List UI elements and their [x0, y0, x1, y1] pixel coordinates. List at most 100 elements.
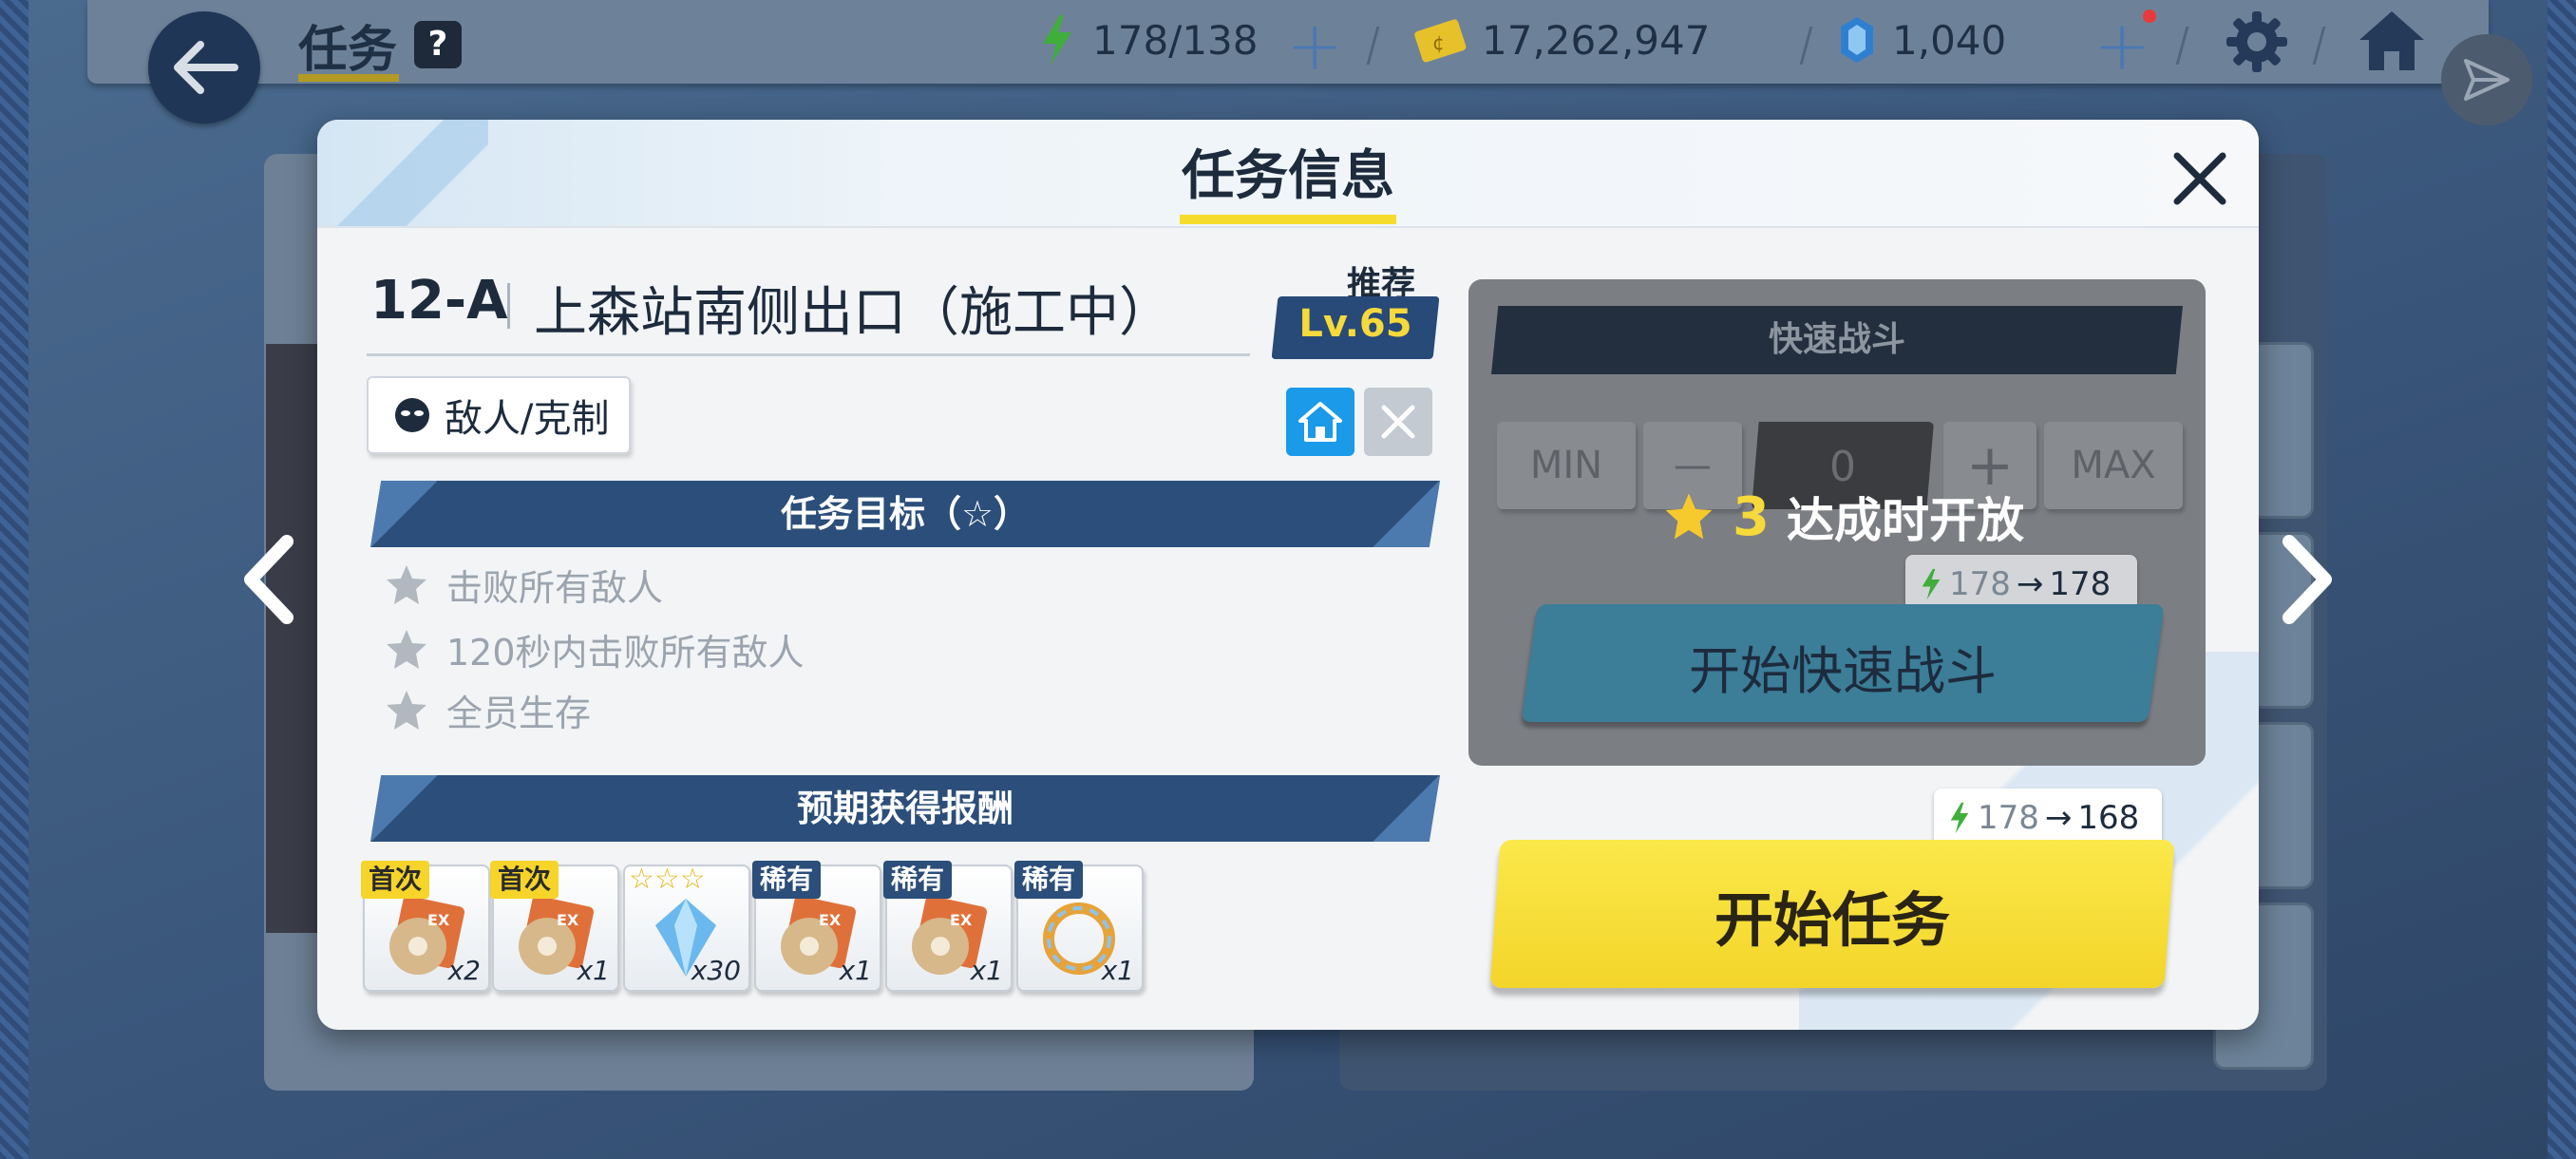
- cost-to: 178: [2049, 565, 2112, 603]
- objective-text: 全员生存: [446, 693, 592, 734]
- unlock-condition: 3 达成时开放: [1662, 483, 2024, 551]
- reward-quantity: x1: [577, 955, 610, 986]
- close-icon[interactable]: [2164, 142, 2236, 215]
- enemy-info-button[interactable]: 敌人/克制: [367, 376, 631, 454]
- reward-item[interactable]: EX 稀有 x1: [883, 861, 1013, 992]
- reward-item[interactable]: 稀有 x1: [1014, 861, 1144, 992]
- reward-tag: 稀有: [752, 861, 822, 899]
- max-count-button[interactable]: MAX: [2044, 422, 2183, 509]
- lightning-icon: [1922, 568, 1941, 600]
- reward-item[interactable]: EX 稀有 x1: [752, 861, 881, 992]
- page-title: 任务: [298, 22, 398, 79]
- mission-info-dialog: 任务信息 12-A 上森站南侧出口（施工中） 推荐 Lv.65 敌人/克制 任务…: [317, 120, 2259, 1030]
- gem-icon: [1841, 17, 1873, 63]
- unlock-text: 达成时开放: [1786, 493, 2024, 548]
- credits-display: ¢ 17,262,947: [1413, 13, 1710, 66]
- star-empty-icon: [387, 629, 426, 669]
- reward-quantity: x1: [970, 955, 1003, 986]
- reward-item[interactable]: EX 首次 x1: [490, 861, 619, 992]
- stamina-display: 178/138: [1037, 13, 1258, 66]
- dialog-title: 任务信息: [1182, 145, 1394, 207]
- recommend-level: Lv.65: [1298, 302, 1412, 346]
- cost-to: 168: [2077, 799, 2140, 837]
- notification-dot: [2143, 10, 2156, 23]
- enemy-mask-icon: [395, 398, 429, 432]
- mission-cost: 178 → 168: [1934, 788, 2162, 847]
- quick-battle-header: 快速战斗: [1491, 306, 2183, 374]
- reward-tag: 稀有: [883, 861, 953, 899]
- svg-text:EX: EX: [557, 911, 579, 929]
- cost-from: 178: [1978, 799, 2039, 837]
- objective-text: 击败所有敌人: [446, 567, 664, 609]
- start-quick-battle-label: 开始快速战斗: [1689, 641, 1997, 701]
- background-stage-image: [266, 344, 323, 933]
- home-icon[interactable]: [2356, 8, 2428, 74]
- reward-item[interactable]: ☆☆☆ x30: [623, 863, 750, 992]
- next-stage-arrow-icon[interactable]: [2276, 532, 2342, 627]
- star-empty-icon: [387, 564, 426, 604]
- paper-plane-icon: [2464, 59, 2510, 101]
- add-stamina-button[interactable]: +: [1286, 8, 1343, 84]
- dialog-title-underline: [1180, 215, 1396, 224]
- right-border-stripe: [2548, 0, 2576, 1159]
- svg-text:EX: EX: [427, 911, 450, 929]
- add-gems-button[interactable]: +: [2093, 8, 2150, 84]
- arrow-right-icon: →: [2016, 565, 2044, 603]
- reward-tag: 首次: [490, 861, 559, 899]
- help-button[interactable]: ?: [414, 21, 462, 68]
- objectives-header: 任务目标（☆）: [370, 481, 1440, 547]
- credit-card-icon: ¢: [1414, 19, 1467, 63]
- credits-value: 17,262,947: [1482, 16, 1711, 64]
- arrow-left-icon: [174, 41, 238, 94]
- objective-text: 120秒内击败所有敌人: [446, 632, 805, 674]
- stage-underline: [367, 353, 1250, 356]
- gems-display: 1,040: [1837, 13, 2006, 66]
- reward-star-tag: ☆☆☆: [629, 863, 706, 896]
- objectives-header-label: 任务目标（☆）: [780, 493, 1031, 535]
- start-mission-label: 开始任务: [1714, 885, 1950, 955]
- gear-icon[interactable]: [2225, 10, 2289, 74]
- enemy-info-label: 敌人/克制: [445, 397, 610, 441]
- home-icon: [1298, 402, 1342, 442]
- svg-text:EX: EX: [950, 911, 973, 929]
- reward-quantity: x2: [447, 955, 481, 986]
- reward-quantity: x30: [691, 955, 741, 986]
- reward-tag: 首次: [361, 861, 430, 899]
- stamina-value: 178/138: [1092, 16, 1259, 64]
- star-empty-icon: [387, 690, 426, 730]
- page-title-underline: [298, 74, 399, 82]
- reward-quantity: x1: [1101, 955, 1134, 986]
- stage-divider: [507, 283, 510, 329]
- header-edge-decoration: [1373, 481, 1440, 547]
- back-button[interactable]: [148, 11, 260, 124]
- base-stage-button[interactable]: [1286, 388, 1354, 456]
- header-edge-decoration: [1373, 775, 1440, 842]
- header-divider: [317, 226, 2259, 228]
- disabled-option-button[interactable]: [1364, 388, 1432, 456]
- min-count-button[interactable]: MIN: [1497, 422, 1636, 509]
- svg-text:EX: EX: [819, 911, 842, 929]
- header-edge-decoration: [370, 775, 437, 842]
- previous-stage-arrow-icon[interactable]: [234, 532, 300, 627]
- send-button[interactable]: [2441, 34, 2532, 125]
- objective-item: 击败所有敌人: [384, 559, 663, 611]
- lightning-icon: [1043, 15, 1071, 65]
- stage-code: 12-A: [370, 270, 508, 332]
- reward-quantity: x1: [839, 955, 872, 986]
- close-icon: [1381, 405, 1415, 439]
- reward-item[interactable]: EX 首次 x2: [361, 861, 490, 992]
- svg-text:¢: ¢: [1432, 31, 1445, 54]
- header-edge-decoration: [370, 481, 437, 547]
- objective-item: 120秒内击败所有敌人: [384, 623, 805, 675]
- reward-tag: 稀有: [1014, 861, 1084, 899]
- star-icon: [1665, 493, 1713, 540]
- rewards-header: 预期获得报酬: [370, 775, 1440, 842]
- lightning-icon: [1950, 802, 1969, 834]
- left-border-stripe: [0, 0, 28, 1159]
- unlock-stars-value: 3: [1733, 485, 1770, 548]
- cost-from: 178: [1949, 565, 2011, 603]
- gems-value: 1,040: [1892, 16, 2007, 64]
- arrow-right-icon: →: [2044, 799, 2073, 837]
- rewards-header-label: 预期获得报酬: [796, 788, 1013, 829]
- stage-name: 上森站南侧出口（施工中）: [534, 282, 1172, 344]
